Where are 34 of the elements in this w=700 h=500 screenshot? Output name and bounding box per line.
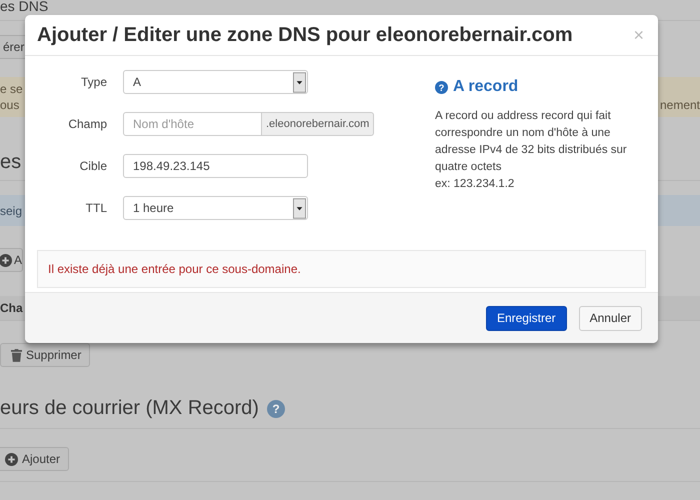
cancel-button[interactable]: Annuler xyxy=(578,306,642,330)
trash-icon xyxy=(11,348,22,362)
add-button[interactable]: Ajouter xyxy=(0,447,70,471)
alert-text: nement xyxy=(660,98,700,112)
plus-icon xyxy=(5,452,18,466)
help-text: A record ou address record qui fait correspondre un nom d'hôte à une adresse IPv4 de 32 bits distribués sur quatre octets ex: 123.234.1.2 xyxy=(435,109,628,192)
dialog-title: Ajouter / Editer une zone DNS pour eleonorebernair.com xyxy=(37,24,573,46)
field-label: Cible xyxy=(78,159,107,173)
field-label: TTL xyxy=(84,201,107,215)
alert-text: ous xyxy=(0,97,20,113)
select-value: A xyxy=(133,75,142,89)
help-icon: ? xyxy=(435,80,448,94)
page-heading: es DNS xyxy=(0,0,48,16)
alert-text: e se xyxy=(0,81,23,97)
section-heading: es xyxy=(0,151,22,175)
add-button[interactable]: A xyxy=(0,248,24,272)
caret-icon xyxy=(293,72,306,92)
plus-icon xyxy=(0,254,12,266)
hostname-field[interactable]: Nom d'hôte xyxy=(123,112,262,136)
column-header: Cha xyxy=(0,301,23,315)
save-button[interactable]: Enregistrer xyxy=(486,306,567,330)
target-field[interactable]: 198.49.23.145 xyxy=(123,154,308,178)
field-label: Type xyxy=(80,75,107,89)
section-heading: eurs de courrier (MX Record) xyxy=(0,397,259,420)
delete-button[interactable]: Supprimer xyxy=(0,343,90,367)
domain-addon: .eleonorebernair.com xyxy=(262,112,374,136)
select-value: 1 heure xyxy=(133,201,174,215)
caret-icon xyxy=(293,198,306,218)
alert-text: seig xyxy=(0,204,22,218)
select-field[interactable]: A xyxy=(123,70,308,94)
error-text: Il existe déjà une entrée pour ce sous-domaine. xyxy=(48,262,301,276)
field-label: Champ xyxy=(67,117,107,131)
select-field[interactable]: 1 heure xyxy=(123,196,308,220)
help-title: A record xyxy=(453,78,518,96)
